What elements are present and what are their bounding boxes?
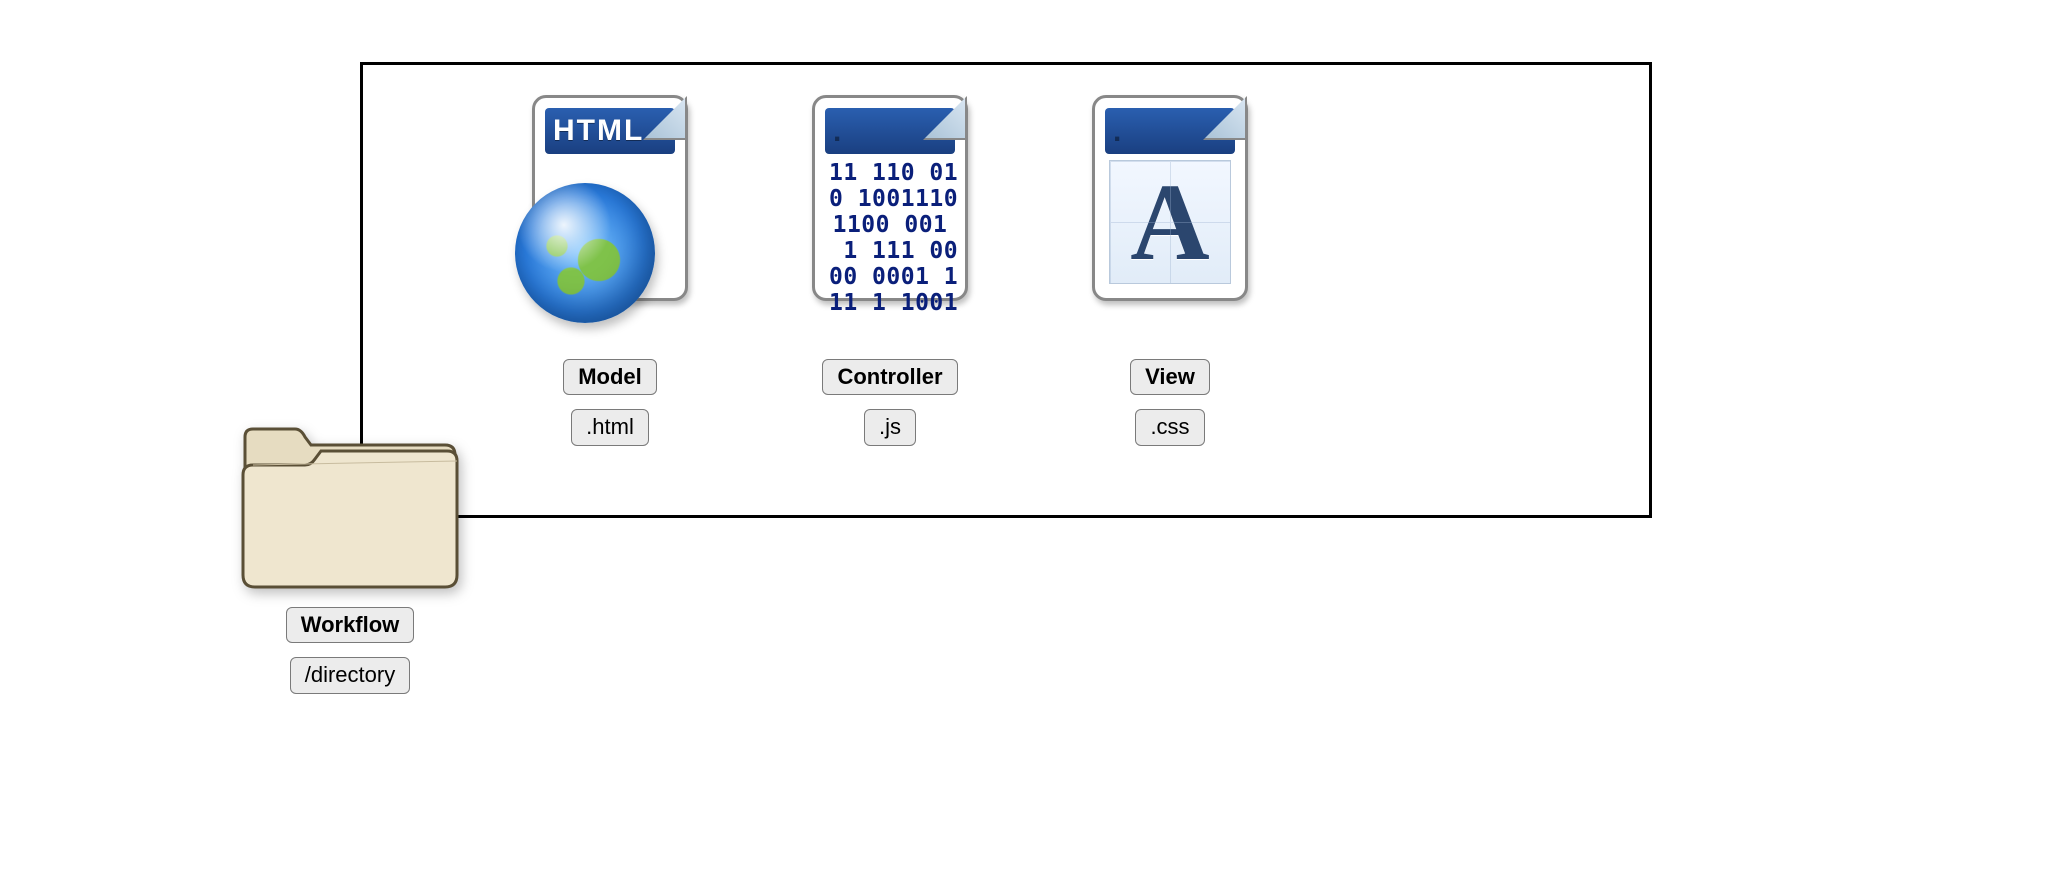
- html-file-icon: HTML: [505, 95, 715, 345]
- binary-file-icon: . 11 110 01 0 1001110 1100 001 1 111 00 …: [785, 95, 995, 345]
- binary-line: 1100 001: [829, 212, 951, 238]
- globe-icon: [515, 183, 655, 323]
- binary-line: 1 111 00: [829, 238, 951, 264]
- binary-line: 11 1 1001: [829, 290, 951, 316]
- controller-node: . 11 110 01 0 1001110 1100 001 1 111 00 …: [760, 95, 1020, 450]
- controller-label-badge: Controller: [822, 359, 957, 395]
- binary-lines: 11 110 01 0 1001110 1100 001 1 111 00 00…: [829, 160, 951, 284]
- binary-line: 0 1001110: [829, 186, 951, 212]
- view-node: . A View .css: [1040, 95, 1300, 450]
- view-label-badge: View: [1130, 359, 1210, 395]
- workflow-label-badge: Workflow: [286, 607, 415, 643]
- workflow-sub-badge: /directory: [290, 657, 410, 693]
- font-file-icon: . A: [1065, 95, 1275, 345]
- binary-line: 00 0001 1: [829, 264, 951, 290]
- folder-icon: [235, 415, 465, 595]
- workflow-node: Workflow /directory: [220, 415, 480, 698]
- model-sub-badge: .html: [571, 409, 649, 445]
- model-node: HTML Model .html: [490, 95, 730, 450]
- binary-line: 11 110 01: [829, 160, 951, 186]
- controller-sub-badge: .js: [864, 409, 916, 445]
- model-label-badge: Model: [563, 359, 657, 395]
- view-sub-badge: .css: [1135, 409, 1204, 445]
